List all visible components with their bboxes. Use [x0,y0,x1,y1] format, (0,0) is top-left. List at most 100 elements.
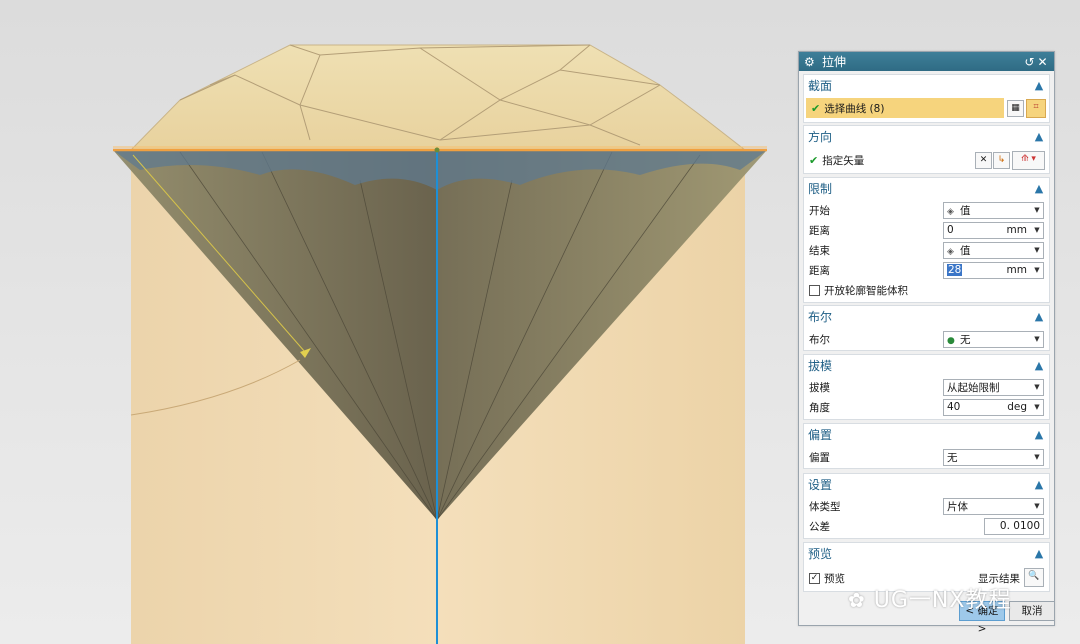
draft-title: 拔模 [808,358,833,373]
tolerance-row: 公差 0. 0100 [804,516,1049,536]
distance2-unit: mm [1006,264,1027,276]
direction-header[interactable]: 方向 ▲ [804,126,1049,146]
collapse-icon[interactable]: ▲ [1033,547,1045,560]
distance2-value[interactable]: 28 [947,264,963,276]
angle-input[interactable]: 40 deg ▼ [943,398,1044,416]
open-profile-row[interactable]: 开放轮廓智能体积 [804,280,1049,300]
start-value: 值 [960,204,971,217]
body-type-value: 片体 [947,500,968,513]
boolean-row: 布尔 ● 无 ▼ [804,329,1049,349]
chevron-down-icon[interactable]: ▼ [1031,383,1043,391]
close-icon[interactable]: ✕ [1036,55,1049,69]
chevron-down-icon[interactable]: ▼ [1031,206,1043,214]
select-curve-row[interactable]: ✔ 选择曲线 (8) [806,98,1004,118]
direction-title: 方向 [808,129,833,144]
check-icon: ✔ [809,153,819,167]
select-curve-label: 选择曲线 (8) [824,102,885,115]
crown-face [129,44,747,151]
end-row: 结束 ◈ 值 ▼ [804,240,1049,260]
offset-section: 偏置 ▲ 偏置 无 ▼ [803,423,1050,469]
dialog-titlebar[interactable]: ⚙ 拉伸 ↺ ✕ [799,52,1054,71]
boolean-none-icon: ● [947,335,955,346]
draft-section: 拔模 ▲ 拔模 从起始限制 ▼ 角度 40 deg ▼ [803,354,1050,420]
tolerance-input[interactable]: 0. 0100 [984,517,1044,535]
vector-type-dropdown[interactable]: ⟰ ▾ [1012,151,1045,170]
distance1-value[interactable]: 0 [944,224,1007,236]
collapse-icon[interactable]: ▲ [1033,182,1045,195]
preview-title: 预览 [808,546,833,561]
collapse-icon[interactable]: ▲ [1033,310,1045,323]
watermark-text: UG一NX教程 [873,588,1012,613]
section-header[interactable]: 截面 ▲ [804,75,1049,95]
dialog-title: 拉伸 [822,55,847,69]
preview-header[interactable]: 预览 ▲ [804,543,1049,563]
offset-header[interactable]: 偏置 ▲ [804,424,1049,444]
settings-header[interactable]: 设置 ▲ [804,474,1049,494]
start-row: 开始 ◈ 值 ▼ [804,200,1049,220]
magnifier-icon[interactable]: 🔍 [1024,568,1044,587]
collapse-icon[interactable]: ▲ [1033,478,1045,491]
sketch-section-icon[interactable]: ▦ [1007,100,1024,117]
chevron-down-icon[interactable]: ▼ [1031,266,1043,274]
extrude-dialog: ⚙ 拉伸 ↺ ✕ 截面 ▲ ✔ 选择曲线 (8) ▦ ⌗ 方向 ▲ ✔ 指定矢量… [798,51,1055,635]
cancel-button[interactable]: 取消 [1009,601,1055,621]
chevron-down-icon[interactable]: ▼ [1031,246,1043,254]
check-icon: ✔ [811,101,821,115]
boolean-select[interactable]: ● 无 ▼ [943,330,1044,348]
curve-select-icon[interactable]: ⌗ [1026,99,1046,118]
boolean-value: 无 [960,333,971,346]
preview-checkbox[interactable]: ✓ [809,572,820,584]
wechat-icon: ✿ [848,588,866,612]
axis-origin[interactable] [434,147,440,153]
section-section: 截面 ▲ ✔ 选择曲线 (8) ▦ ⌗ [803,74,1050,123]
limits-title: 限制 [808,181,833,196]
angle-row: 角度 40 deg ▼ [804,397,1049,417]
settings-section: 设置 ▲ 体类型 片体 ▼ 公差 0. 0100 [803,473,1050,539]
specify-vector-label: 指定矢量 [822,154,865,167]
limits-section: 限制 ▲ 开始 ◈ 值 ▼ 距离 0 mm ▼ 结束 ◈ 值 ▼ 距离 28 m… [803,177,1050,303]
draft-header[interactable]: 拔模 ▲ [804,355,1049,375]
boolean-header[interactable]: 布尔 ▲ [804,306,1049,326]
direction-section: 方向 ▲ ✔ 指定矢量 ✕ ↳ ⟰ ▾ [803,125,1050,174]
distance1-unit: mm [1006,224,1027,236]
offset-row: 偏置 无 ▼ [804,447,1049,467]
distance2-row: 距离 28 mm ▼ [804,260,1049,280]
chevron-down-icon[interactable]: ▼ [1031,403,1043,411]
draft-value: 从起始限制 [947,381,1000,394]
open-profile-label: 开放轮廓智能体积 [824,284,908,297]
boolean-section: 布尔 ▲ 布尔 ● 无 ▼ [803,305,1050,351]
distance2-input[interactable]: 28 mm ▼ [943,261,1044,279]
start-select[interactable]: ◈ 值 ▼ [943,201,1044,219]
watermark: ✿ UG一NX教程 [848,582,1011,614]
end-value: 值 [960,244,971,257]
chevron-down-icon[interactable]: ▼ [1031,226,1043,234]
gear-icon[interactable]: ⚙ [804,55,818,69]
vector-dialog-icon[interactable]: ↳ [993,152,1010,169]
tolerance-value[interactable]: 0. 0100 [985,520,1043,532]
collapse-icon[interactable]: ▲ [1033,428,1045,441]
offset-value: 无 [947,451,958,464]
limits-header[interactable]: 限制 ▲ [804,178,1049,198]
collapse-icon[interactable]: ▲ [1033,79,1045,92]
angle-unit: deg [1007,401,1027,413]
chevron-down-icon[interactable]: ▼ [1031,335,1043,343]
section-title: 截面 [808,78,833,93]
settings-title: 设置 [808,477,833,492]
draft-row: 拔模 从起始限制 ▼ [804,377,1049,397]
end-select[interactable]: ◈ 值 ▼ [943,241,1044,259]
chevron-down-icon[interactable]: ▼ [1031,453,1043,461]
angle-value[interactable]: 40 [944,401,1007,413]
body-type-select[interactable]: 片体 ▼ [943,497,1044,515]
offset-select[interactable]: 无 ▼ [943,448,1044,466]
open-profile-checkbox[interactable] [809,284,820,296]
distance1-input[interactable]: 0 mm ▼ [943,221,1044,239]
reset-icon[interactable]: ↺ [1023,55,1036,69]
draft-select[interactable]: 从起始限制 ▼ [943,378,1044,396]
body-type-row: 体类型 片体 ▼ [804,496,1049,516]
reverse-direction-icon[interactable]: ✕ [975,152,992,169]
collapse-icon[interactable]: ▲ [1033,359,1045,372]
collapse-icon[interactable]: ▲ [1033,130,1045,143]
offset-title: 偏置 [808,427,833,442]
chevron-down-icon[interactable]: ▼ [1031,502,1043,510]
cube-icon: ◈ [947,246,954,257]
